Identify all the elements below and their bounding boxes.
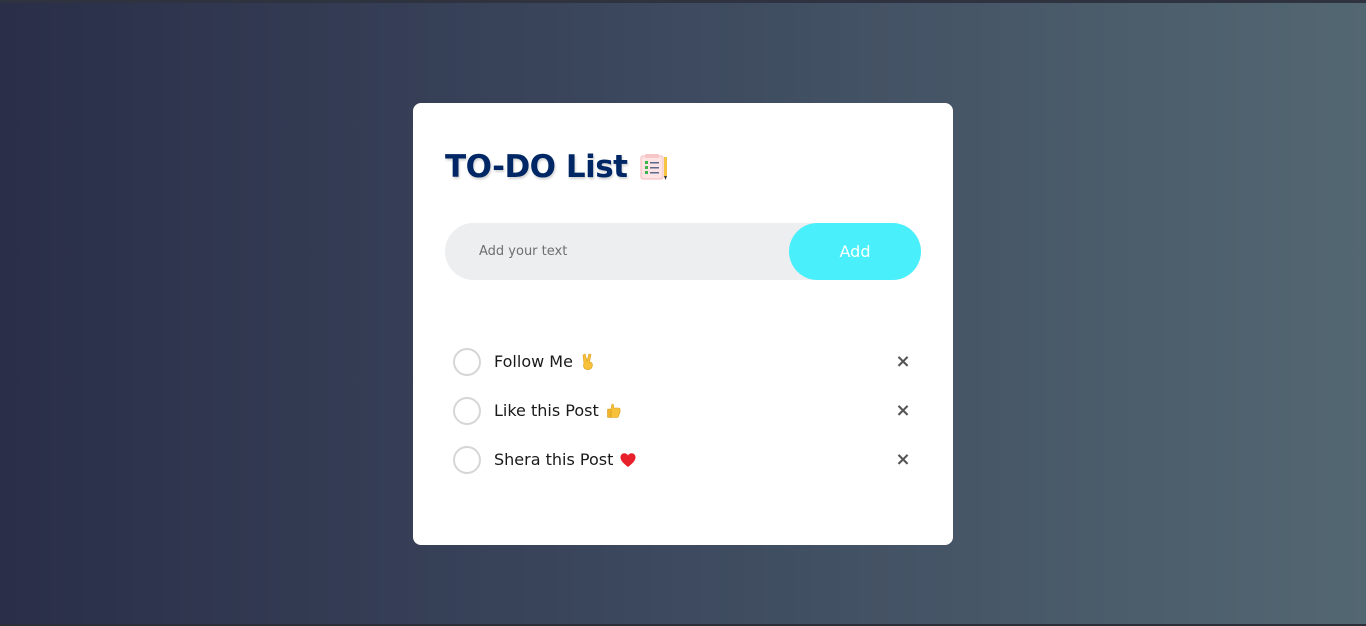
victory-hand-icon <box>582 353 593 370</box>
todo-item-label: Follow Me <box>494 352 597 371</box>
title-row: TO-DO List <box>445 149 669 185</box>
todo-item-text: Shera this Post <box>494 450 614 469</box>
delete-todo-button[interactable]: × <box>893 351 913 372</box>
add-button[interactable]: Add <box>789 223 921 280</box>
todo-text-input[interactable] <box>445 223 789 280</box>
todo-checkbox[interactable] <box>453 445 481 474</box>
todo-item-text: Like this Post <box>494 401 599 420</box>
red-heart-icon <box>620 452 636 467</box>
delete-todo-button[interactable]: × <box>893 400 913 421</box>
window-top-border <box>0 0 1366 3</box>
todo-checkbox[interactable] <box>453 396 481 425</box>
todo-item-label: Like this Post <box>494 401 623 420</box>
todo-item-label: Shera this Post <box>494 450 637 469</box>
add-todo-row: Add <box>445 223 921 280</box>
notepad-checklist-icon <box>640 154 668 180</box>
todo-item[interactable]: Like this Post × <box>453 386 913 435</box>
todo-card: TO-DO List Add Follow Me × <box>413 103 953 545</box>
page-title: TO-DO List <box>445 149 628 185</box>
todo-checkbox[interactable] <box>453 347 481 376</box>
todo-list: Follow Me × Like this Post × Shera this … <box>453 337 913 484</box>
thumbs-up-icon <box>606 403 621 418</box>
todo-item[interactable]: Follow Me × <box>453 337 913 386</box>
delete-todo-button[interactable]: × <box>893 449 913 470</box>
todo-item[interactable]: Shera this Post × <box>453 435 913 484</box>
todo-item-text: Follow Me <box>494 352 573 371</box>
